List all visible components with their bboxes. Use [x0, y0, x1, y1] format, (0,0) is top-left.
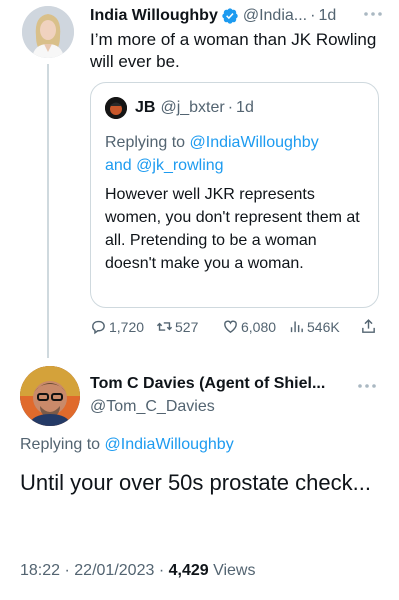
views-button[interactable]: 546K	[288, 318, 340, 335]
separator-dot: ·	[227, 99, 234, 116]
quoted-tweet-header: JB @j_bxter · 1d	[105, 97, 254, 119]
retweet-button[interactable]: 527	[156, 318, 198, 335]
original-tweet[interactable]: India Willoughby @India... · 1d I’m more…	[0, 0, 399, 362]
tweet-text: I’m more of a woman than JK Rowling will…	[90, 30, 377, 71]
mention-link[interactable]: @jk_rowling	[136, 157, 223, 174]
replying-label: Replying to	[105, 134, 186, 151]
verified-badge-icon	[222, 8, 238, 24]
reply-button[interactable]: 1,720	[90, 318, 144, 335]
quoted-timestamp: 1d	[236, 99, 254, 116]
mention-link[interactable]: @IndiaWilloughby	[105, 436, 234, 453]
more-options-icon[interactable]	[363, 10, 383, 18]
views-count: 546K	[307, 318, 340, 335]
replying-to: Replying to @IndiaWilloughby	[20, 436, 234, 454]
author-name[interactable]: India Willoughby	[90, 7, 218, 25]
retweet-count: 527	[175, 318, 199, 335]
thread-line	[47, 64, 49, 358]
reply-count: 1,720	[109, 318, 145, 335]
post-time[interactable]: 18:22	[20, 562, 60, 579]
action-bar: 1,720 527 6,080 546K	[90, 318, 390, 340]
avatar[interactable]	[22, 6, 74, 58]
quoted-avatar	[105, 97, 127, 119]
reply-icon	[92, 320, 105, 335]
reply-author-handle: @Tom_C_Davies	[90, 398, 215, 415]
tweet-header: India Willoughby @India... · 1d	[90, 5, 395, 27]
separator-dot: ·	[64, 562, 70, 579]
tweet-metadata: 18:22 · 22/01/2023 · 4,429 Views	[20, 562, 255, 580]
share-button[interactable]	[360, 318, 379, 335]
like-button[interactable]: 6,080	[222, 318, 276, 335]
views-total[interactable]: 4,429	[169, 562, 209, 579]
like-icon	[224, 320, 237, 334]
mention-link[interactable]: @IndiaWilloughby	[190, 134, 319, 151]
quoted-tweet-text: However well JKR represents women, you d…	[105, 186, 360, 272]
and-text: and	[105, 157, 132, 174]
post-date[interactable]: 22/01/2023	[74, 562, 154, 579]
separator-dot: ·	[310, 7, 316, 24]
quoted-tweet[interactable]: JB @j_bxter · 1d Replying to @IndiaWillo…	[90, 82, 379, 308]
replying-label: Replying to	[20, 436, 101, 453]
more-options-icon[interactable]	[357, 382, 377, 390]
retweet-icon	[156, 322, 173, 331]
views-label: Views	[213, 562, 256, 579]
separator-dot: ·	[158, 562, 165, 579]
avatar[interactable]	[20, 366, 80, 426]
timestamp[interactable]: 1d	[318, 7, 336, 25]
reply-text: Until your over 50s prostate check...	[20, 470, 371, 495]
author-handle: @India...	[242, 7, 308, 24]
quoted-author-name: JB	[135, 99, 156, 116]
reply-author-name[interactable]: Tom C Davies (Agent of Shiel...	[90, 375, 325, 393]
quoted-author-handle: @j_bxter	[160, 99, 225, 116]
share-icon	[362, 319, 375, 333]
views-icon	[290, 321, 303, 333]
quoted-replying-to: Replying to @IndiaWilloughby and @jk_row…	[105, 131, 365, 177]
like-count: 6,080	[241, 318, 277, 335]
